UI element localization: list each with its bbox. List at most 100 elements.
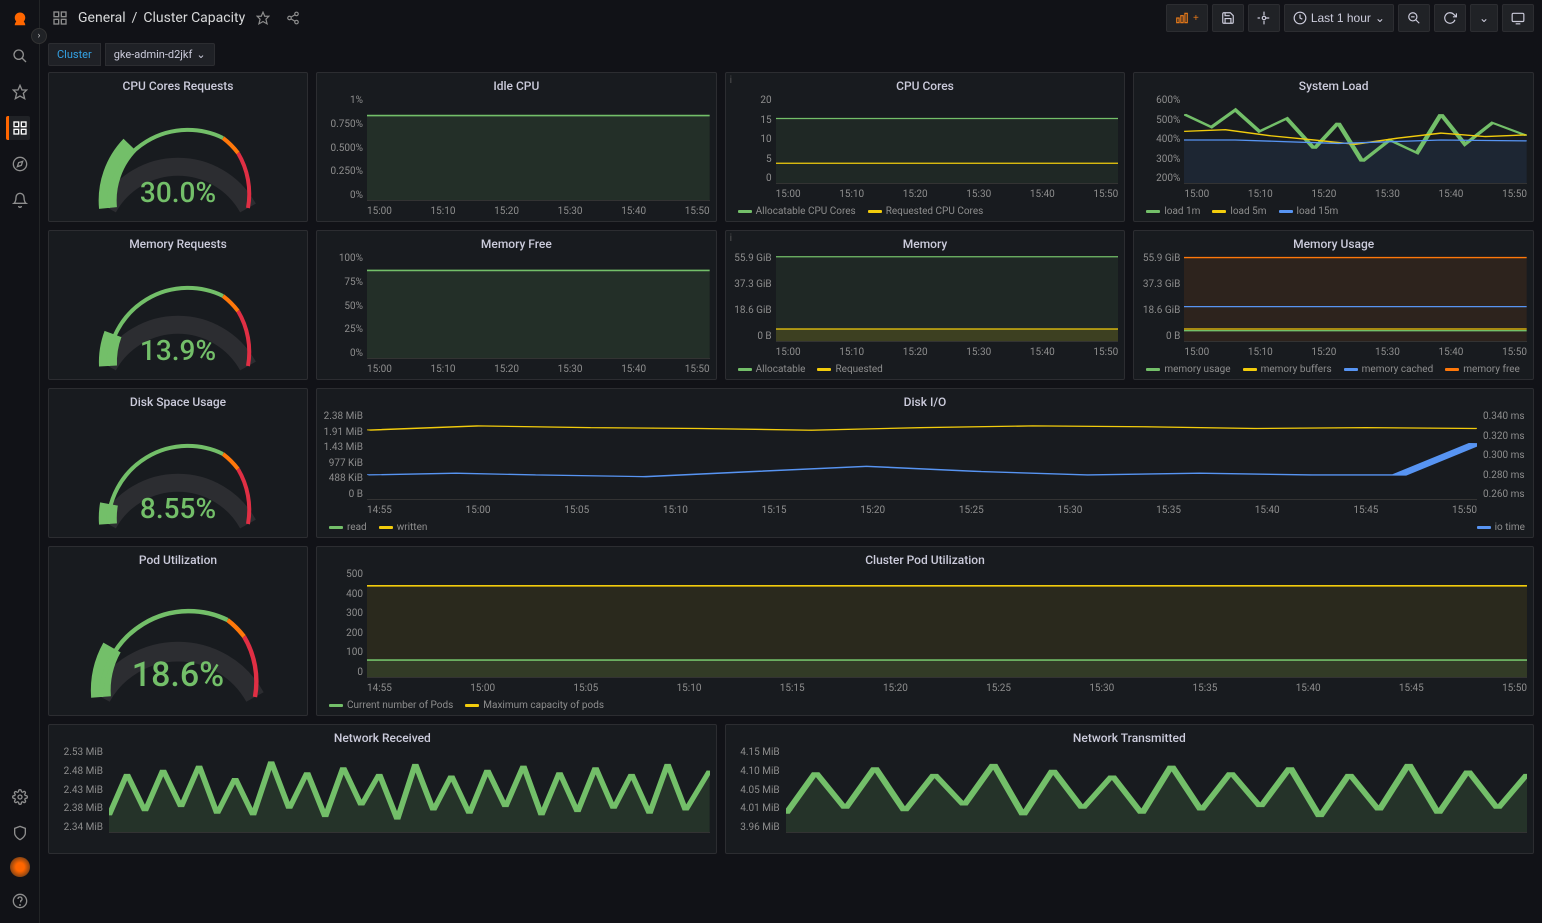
- breadcrumb-folder[interactable]: General: [78, 10, 126, 26]
- panel-disk-usage[interactable]: Disk Space Usage 8.55%: [48, 388, 308, 538]
- panel-cpu-cores[interactable]: i CPU Cores 20151050 15:0015:1015:2015:3…: [725, 72, 1126, 222]
- breadcrumb[interactable]: General / Cluster Capacity: [78, 10, 245, 26]
- panel-title: Disk I/O: [317, 389, 1533, 411]
- panel-memory-usage[interactable]: Memory Usage 55.9 GiB37.3 GiB18.6 GiB0 B…: [1133, 230, 1534, 380]
- panel-idle-cpu[interactable]: Idle CPU 1%0.750%0.500%0.250%0% 15:0015:…: [316, 72, 717, 222]
- panel-memory-requests[interactable]: Memory Requests 13.9%: [48, 230, 308, 380]
- plot-area: [367, 571, 1527, 678]
- panel-system-load[interactable]: System Load 600%500%400%300%200% 15:0015…: [1133, 72, 1534, 222]
- topbar: General / Cluster Capacity + Last 1 hour…: [40, 0, 1542, 36]
- legend: load 1mload 5mload 15m: [1134, 204, 1533, 221]
- panel-cluster-pod-utilization[interactable]: Cluster Pod Utilization 5004003002001000…: [316, 546, 1534, 716]
- variable-label: Cluster: [48, 43, 101, 66]
- panel-title: Network Received: [49, 725, 716, 747]
- panel-title: CPU Cores: [726, 73, 1125, 95]
- y-axis: 4.15 MiB4.10 MiB4.05 MiB4.01 MiB3.96 MiB: [728, 747, 784, 833]
- panel-cpu-requests[interactable]: CPU Cores Requests 30.0%: [48, 72, 308, 222]
- legend: Current number of PodsMaximum capacity o…: [317, 698, 1533, 715]
- x-axis: 15:0015:1015:2015:3015:4015:50: [776, 347, 1119, 358]
- sidebar-toggle[interactable]: ›: [31, 28, 47, 44]
- variable-bar: Cluster gke-admin-d2jkf⌄: [40, 36, 1542, 72]
- chevron-down-icon: ⌄: [196, 48, 205, 61]
- panel-title: System Load: [1134, 73, 1533, 95]
- panel-title: Memory Free: [317, 231, 716, 253]
- variable-select[interactable]: gke-admin-d2jkf⌄: [105, 43, 215, 66]
- chevron-down-icon: ⌄: [1375, 11, 1385, 25]
- plot-area: [786, 749, 1527, 833]
- y-axis: 55.9 GiB37.3 GiB18.6 GiB0 B: [1136, 253, 1184, 342]
- config-icon[interactable]: [8, 785, 32, 809]
- panel-network-received[interactable]: Network Received 2.53 MiB2.48 MiB2.43 Mi…: [48, 724, 717, 854]
- panel-memory[interactable]: i Memory 55.9 GiB37.3 GiB18.6 GiB0 B 15:…: [725, 230, 1126, 380]
- search-icon[interactable]: [8, 44, 32, 68]
- star-dashboard-icon[interactable]: [251, 6, 275, 30]
- alert-icon[interactable]: [8, 188, 32, 212]
- y-axis: 100%75%50%25%0%: [319, 253, 367, 359]
- dashboard-nav-icon[interactable]: [48, 6, 72, 30]
- plot-area: [367, 97, 710, 201]
- legend: readwrittenio time: [317, 520, 1533, 537]
- time-picker-label: Last 1 hour: [1311, 11, 1371, 25]
- y-axis: 600%500%400%300%200%: [1136, 95, 1184, 184]
- legend: memory usagememory buffersmemory cachedm…: [1134, 362, 1533, 379]
- panel-title: Memory Usage: [1134, 231, 1533, 253]
- y-axis: 2.38 MiB1.91 MiB1.43 MiB977 KiB488 KiB0 …: [319, 411, 367, 500]
- x-axis: 15:0015:1015:2015:3015:4015:50: [367, 364, 710, 375]
- time-picker[interactable]: Last 1 hour ⌄: [1284, 4, 1394, 32]
- add-panel-button[interactable]: +: [1166, 4, 1208, 32]
- info-icon[interactable]: i: [730, 233, 732, 244]
- panel-title: Memory: [726, 231, 1125, 253]
- grafana-logo-icon[interactable]: [8, 8, 32, 32]
- y-axis: 5004003002001000: [319, 569, 367, 678]
- panel-memory-free[interactable]: Memory Free 100%75%50%25%0% 15:0015:1015…: [316, 230, 717, 380]
- sidebar: ›: [0, 0, 40, 923]
- zoom-out-button[interactable]: [1398, 4, 1430, 32]
- x-axis: 14:5515:0015:0515:1015:1515:2015:2515:30…: [367, 683, 1527, 694]
- help-icon[interactable]: [8, 889, 32, 913]
- breadcrumb-dash[interactable]: Cluster Capacity: [143, 10, 245, 26]
- user-avatar[interactable]: [10, 857, 30, 877]
- plot-area: [367, 255, 710, 359]
- admin-icon[interactable]: [8, 821, 32, 845]
- legend: Allocatable CPU CoresRequested CPU Cores: [726, 204, 1125, 221]
- panel-title: Memory Requests: [49, 231, 307, 253]
- legend: AllocatableRequested: [726, 362, 1125, 379]
- info-icon[interactable]: i: [730, 75, 732, 86]
- y-axis: 2.53 MiB2.48 MiB2.43 MiB2.38 MiB2.34 MiB: [51, 747, 107, 833]
- chevron-down-icon: ⌄: [1479, 11, 1489, 25]
- gauge-value: 8.55%: [140, 492, 216, 525]
- x-axis: 15:0015:1015:2015:3015:4015:50: [367, 206, 710, 217]
- settings-button[interactable]: [1248, 4, 1280, 32]
- y-axis: 20151050: [728, 95, 776, 184]
- dashboards-icon[interactable]: [6, 116, 30, 140]
- plot-area: [776, 97, 1119, 184]
- panel-title: CPU Cores Requests: [49, 73, 307, 95]
- tv-mode-button[interactable]: [1502, 4, 1534, 32]
- plot-area: [1184, 97, 1527, 184]
- save-button[interactable]: [1212, 4, 1244, 32]
- gauge-value: 13.9%: [140, 334, 216, 367]
- panel-title: Cluster Pod Utilization: [317, 547, 1533, 569]
- panel-title: Disk Space Usage: [49, 389, 307, 411]
- plot-area: [776, 255, 1119, 342]
- star-icon[interactable]: [8, 80, 32, 104]
- panel-title: Idle CPU: [317, 73, 716, 95]
- x-axis: 15:0015:1015:2015:3015:4015:50: [776, 189, 1119, 200]
- panel-title: Network Transmitted: [726, 725, 1533, 747]
- y-axis: 1%0.750%0.500%0.250%0%: [319, 95, 367, 201]
- refresh-button[interactable]: [1434, 4, 1466, 32]
- gauge-value: 30.0%: [140, 176, 216, 209]
- plot-area: [1184, 255, 1527, 342]
- plot-area: [109, 749, 710, 833]
- y-axis-right: 0.340 ms0.320 ms0.300 ms0.280 ms0.260 ms: [1479, 411, 1531, 500]
- panel-title: Pod Utilization: [49, 547, 307, 569]
- gauge-value: 18.6%: [132, 655, 224, 695]
- panel-network-transmitted[interactable]: Network Transmitted 4.15 MiB4.10 MiB4.05…: [725, 724, 1534, 854]
- share-icon[interactable]: [281, 6, 305, 30]
- plot-area: [367, 413, 1477, 500]
- refresh-interval-button[interactable]: ⌄: [1470, 4, 1498, 32]
- panel-pod-utilization[interactable]: Pod Utilization 18.6%: [48, 546, 308, 716]
- panel-disk-io[interactable]: Disk I/O 2.38 MiB1.91 MiB1.43 MiB977 KiB…: [316, 388, 1534, 538]
- x-axis: 15:0015:1015:2015:3015:4015:50: [1184, 189, 1527, 200]
- explore-icon[interactable]: [8, 152, 32, 176]
